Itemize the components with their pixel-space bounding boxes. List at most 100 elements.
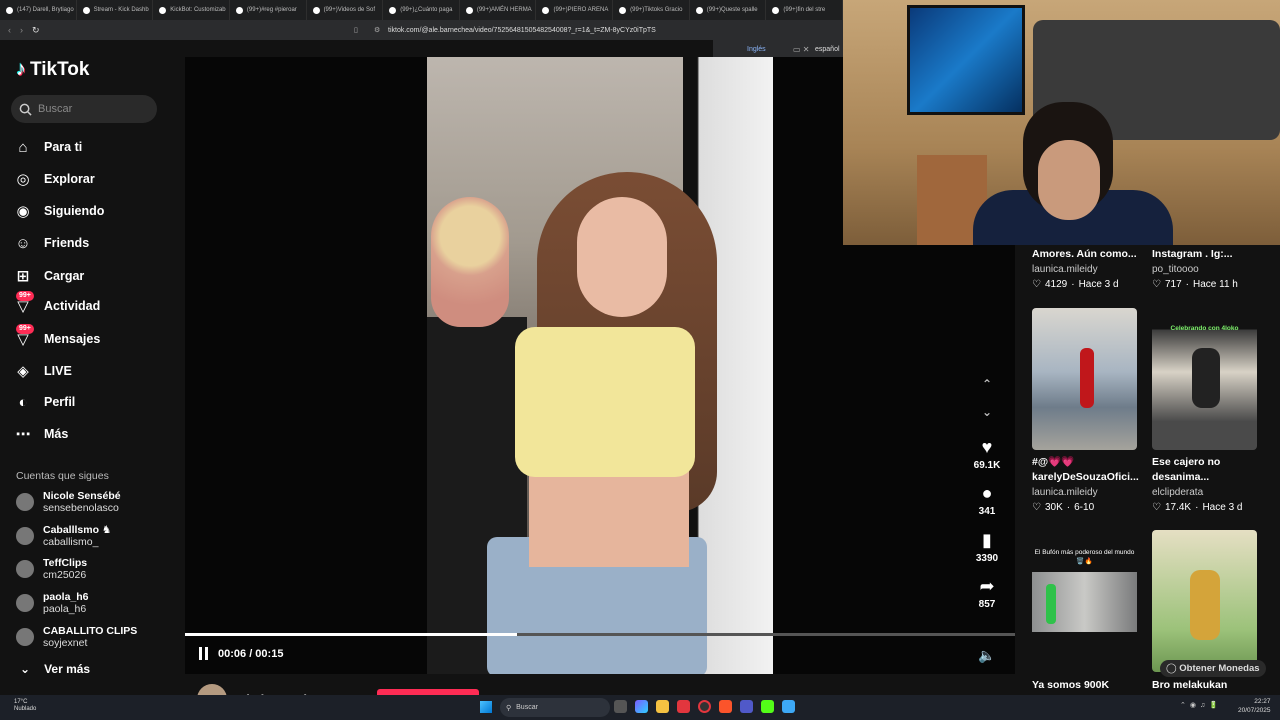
chevron-up-icon[interactable]: ⌃ [963,377,1011,391]
browser-tab[interactable]: (99+)PIERO ARENA [536,0,614,20]
search-icon [19,103,32,116]
feed-user[interactable]: elclipderata [1152,485,1262,501]
sidebar-item-para-ti[interactable]: ⌂ Para ti [14,135,174,159]
translate-icons[interactable]: ▭ ✕ [793,45,809,54]
share-button[interactable]: ➦ 857 [963,576,1011,610]
browser-tab[interactable]: KickBot: Customizab [153,0,230,20]
sidebar-item-live[interactable]: ◈ LIVE [14,359,174,383]
following-account[interactable]: Nicole Sensébé sensebenolasco [16,490,121,514]
taskbar-clock[interactable]: 22:27 20/07/2025 [1238,697,1271,715]
search-box[interactable] [11,95,157,123]
feed-title: #@💗💗 karelyDeSouzaOfici... [1032,456,1139,483]
get-coins-button[interactable]: ◯ Obtener Monedas [1160,660,1266,677]
live-icon: ◈ [17,363,29,380]
avatar[interactable] [16,594,34,612]
save-button[interactable]: ▮ 3390 [963,530,1011,564]
browser-tab[interactable]: (99+)¿Cuánto paga [383,0,460,20]
browser-tab[interactable]: (99+)AMÉN HERMA [460,0,537,20]
following-account[interactable]: CABALLITO CLIPS soyjexnet [16,625,137,649]
kick-icon[interactable] [761,700,774,713]
video-frame[interactable] [427,57,773,674]
bookmark-icon[interactable]: ▯ [354,26,358,34]
site-info-icon[interactable]: ⚙ [374,26,380,34]
avatar[interactable] [16,527,34,545]
clock-date: 20/07/2025 [1238,707,1271,714]
chevron-down-icon[interactable]: ⌄ [963,405,1011,419]
feed-thumbnail[interactable] [1152,530,1257,672]
sidebar-item-label: Perfil [44,395,76,409]
reload-icon[interactable]: ↻ [32,25,40,36]
avatar[interactable] [16,628,34,646]
feed-card[interactable]: Instagram . Ig:... po_titoooo ♡ 717 · Hace … [1152,247,1262,292]
sidebar-item-mensajes[interactable]: ▽ 99+ Mensajes [14,324,174,351]
progress-bar[interactable] [185,633,1015,636]
translate-lang-english[interactable]: Inglés [747,46,766,53]
feed-card[interactable]: Ya somos 900K [1032,678,1142,693]
avatar[interactable] [16,493,34,511]
tiktok-logo[interactable]: ♪ TikTok [16,58,89,81]
browser-tab[interactable]: (99+)#reg #pieroar [230,0,307,20]
sidebar-item-actividad[interactable]: ▽ 99+ Actividad [14,291,174,318]
system-tray[interactable]: ⌃◉♫🔋 [1180,701,1222,709]
weather-widget[interactable]: 17°C Nublado [14,699,36,713]
feed-user[interactable]: po_titoooo [1152,262,1262,278]
tab-favicon-icon [695,6,703,14]
task-view-icon[interactable] [614,700,627,713]
search-input[interactable] [38,103,148,115]
account-text: Caballlsmo ♞ caballismo_ [43,524,111,548]
feed-card[interactable]: #@💗💗 karelyDeSouzaOfici... launica.milei… [1032,455,1142,515]
ver-mas-button[interactable]: ⌄ Ver más [20,662,90,676]
following-account[interactable]: paola_h6 paola_h6 [16,591,89,615]
sidebar-item-siguiendo[interactable]: ◉ Siguiendo [14,199,174,223]
browser-tab[interactable]: (147) Darell, Brytiago [0,0,77,20]
windows-taskbar: 17°C Nublado ⚲ Buscar ⌃◉♫🔋 22:27 20/07/2… [0,695,1280,720]
feed-user[interactable]: launica.mileidy [1032,485,1142,501]
feed-card[interactable]: Ese cajero no desanima... elclipderata ♡… [1152,455,1262,515]
comment-button[interactable]: ● 341 [963,483,1011,517]
teams-icon[interactable] [740,700,753,713]
thumb-caption: Celebrando con 4loko [1170,325,1239,332]
app-icon[interactable] [677,700,690,713]
feed-thumbnail[interactable] [1032,308,1137,450]
following-account[interactable]: Caballlsmo ♞ caballismo_ [16,524,111,548]
obs-icon[interactable] [698,700,711,713]
pause-icon[interactable] [199,647,208,660]
feed-card[interactable]: Bro melakukan [1152,678,1262,693]
video-person-left-head [431,197,509,327]
avatar[interactable] [16,560,34,578]
taskbar-search[interactable]: ⚲ Buscar [500,698,610,717]
sidebar-item-friends[interactable]: ☺ Friends [14,231,174,255]
translate-lang-spanish[interactable]: español [815,46,840,53]
browser-tab[interactable]: (99+)fin del stre [766,0,843,20]
address-bar[interactable]: ‹ › ↻ ▯ ⚙ tiktok.com/@ale.barnechea/vide… [0,20,843,40]
account-name: Caballlsmo ♞ [43,524,112,536]
volume-icon[interactable]: 🔈 [978,647,995,664]
thumb-figure [1046,584,1056,624]
url-text[interactable]: tiktok.com/@ale.barnechea/video/75256481… [388,27,656,34]
windows-start-icon[interactable] [480,701,492,713]
following-account[interactable]: TeffClips cm25026 [16,557,87,581]
search-icon: ⚲ [506,704,512,712]
browser-tab[interactable]: (99+)Tiktoks Gracio [613,0,690,20]
file-explorer-icon[interactable] [656,700,669,713]
browser-tab[interactable]: Stream - Kick Dashb [77,0,154,20]
back-icon[interactable]: ‹ [8,25,11,36]
sidebar-item-explorar[interactable]: ◎ Explorar [14,167,174,191]
feed-user[interactable]: launica.mileidy [1032,262,1142,278]
forward-icon[interactable]: › [20,25,23,36]
sidebar-item-perfil[interactable]: ◐ Perfil [14,390,174,414]
browser-tab[interactable]: (99+)Videos de Sof [307,0,384,20]
tab-favicon-icon [312,6,320,14]
app-icon[interactable] [782,700,795,713]
feed-thumbnail[interactable]: El Bufón más poderoso del mundo 🗑️🔥 [1032,532,1137,674]
sidebar-item-label: Para ti [44,140,83,154]
sidebar-item-m-s[interactable]: ⋯ Más [14,422,174,446]
feed-title: Instagram . Ig:... [1152,248,1233,260]
browser-tab[interactable]: (99+)Queste spalle [690,0,767,20]
sidebar-item-cargar[interactable]: ⊞ Cargar [14,264,174,288]
feed-card[interactable]: Amores. Aún como... launica.mileidy ♡ 412… [1032,247,1142,292]
brave-icon[interactable] [719,700,732,713]
feed-thumbnail[interactable]: Celebrando con 4loko [1152,308,1257,450]
copilot-icon[interactable] [635,700,648,713]
like-button[interactable]: ♥ 69.1K [963,437,1011,471]
